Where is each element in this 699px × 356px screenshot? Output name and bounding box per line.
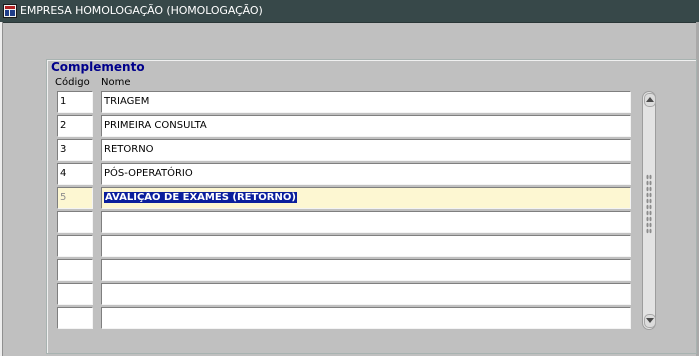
- window-titlebar[interactable]: EMPRESA HOMOLOGAÇÃO (HOMOLOGAÇÃO): [0, 0, 699, 23]
- nome-field[interactable]: PRIMEIRA CONSULTA: [101, 115, 631, 137]
- codigo-field[interactable]: 5: [57, 187, 93, 209]
- nome-field[interactable]: [101, 307, 631, 329]
- arrow-down-icon: [646, 318, 654, 323]
- record-row: 3 RETORNO: [0, 139, 699, 161]
- nome-field[interactable]: [101, 283, 631, 305]
- nome-field[interactable]: [101, 211, 631, 233]
- scroll-thumb-grip[interactable]: [646, 174, 652, 234]
- selected-text: AVALIÇÃO DE EXAMES (RETORNO): [104, 192, 297, 203]
- window-title: EMPRESA HOMOLOGAÇÃO (HOMOLOGAÇÃO): [20, 4, 263, 17]
- column-header-nome: Nome: [101, 77, 131, 88]
- record-row-current: 5 AVALIÇÃO DE EXAMES (RETORNO): [0, 187, 699, 209]
- record-row: 4 PÓS-OPERATÓRIO: [0, 163, 699, 185]
- arrow-up-icon: [646, 97, 654, 102]
- codigo-field[interactable]: [57, 307, 93, 329]
- record-row: [0, 307, 699, 329]
- app-icon[interactable]: [3, 4, 17, 18]
- nome-field[interactable]: PÓS-OPERATÓRIO: [101, 163, 631, 185]
- codigo-field[interactable]: 1: [57, 91, 93, 113]
- record-row: [0, 283, 699, 305]
- record-row: 2 PRIMEIRA CONSULTA: [0, 115, 699, 137]
- record-row: [0, 211, 699, 233]
- record-row: [0, 259, 699, 281]
- nome-field[interactable]: RETORNO: [101, 139, 631, 161]
- nome-field[interactable]: [101, 235, 631, 257]
- codigo-field[interactable]: 2: [57, 115, 93, 137]
- codigo-field[interactable]: 3: [57, 139, 93, 161]
- codigo-field[interactable]: [57, 235, 93, 257]
- scroll-up-button[interactable]: [644, 93, 656, 107]
- codigo-field[interactable]: [57, 283, 93, 305]
- frame-title: Complemento: [51, 60, 145, 74]
- codigo-field[interactable]: [57, 211, 93, 233]
- codigo-field[interactable]: [57, 259, 93, 281]
- records-scrollbar[interactable]: [642, 91, 656, 330]
- codigo-field[interactable]: 4: [57, 163, 93, 185]
- record-row: [0, 235, 699, 257]
- column-header-codigo: Código: [55, 77, 90, 88]
- nome-field-focused[interactable]: AVALIÇÃO DE EXAMES (RETORNO): [101, 187, 631, 209]
- nome-field[interactable]: [101, 259, 631, 281]
- record-row: 1 TRIAGEM: [0, 91, 699, 113]
- scroll-down-button[interactable]: [644, 314, 656, 328]
- nome-field[interactable]: TRIAGEM: [101, 91, 631, 113]
